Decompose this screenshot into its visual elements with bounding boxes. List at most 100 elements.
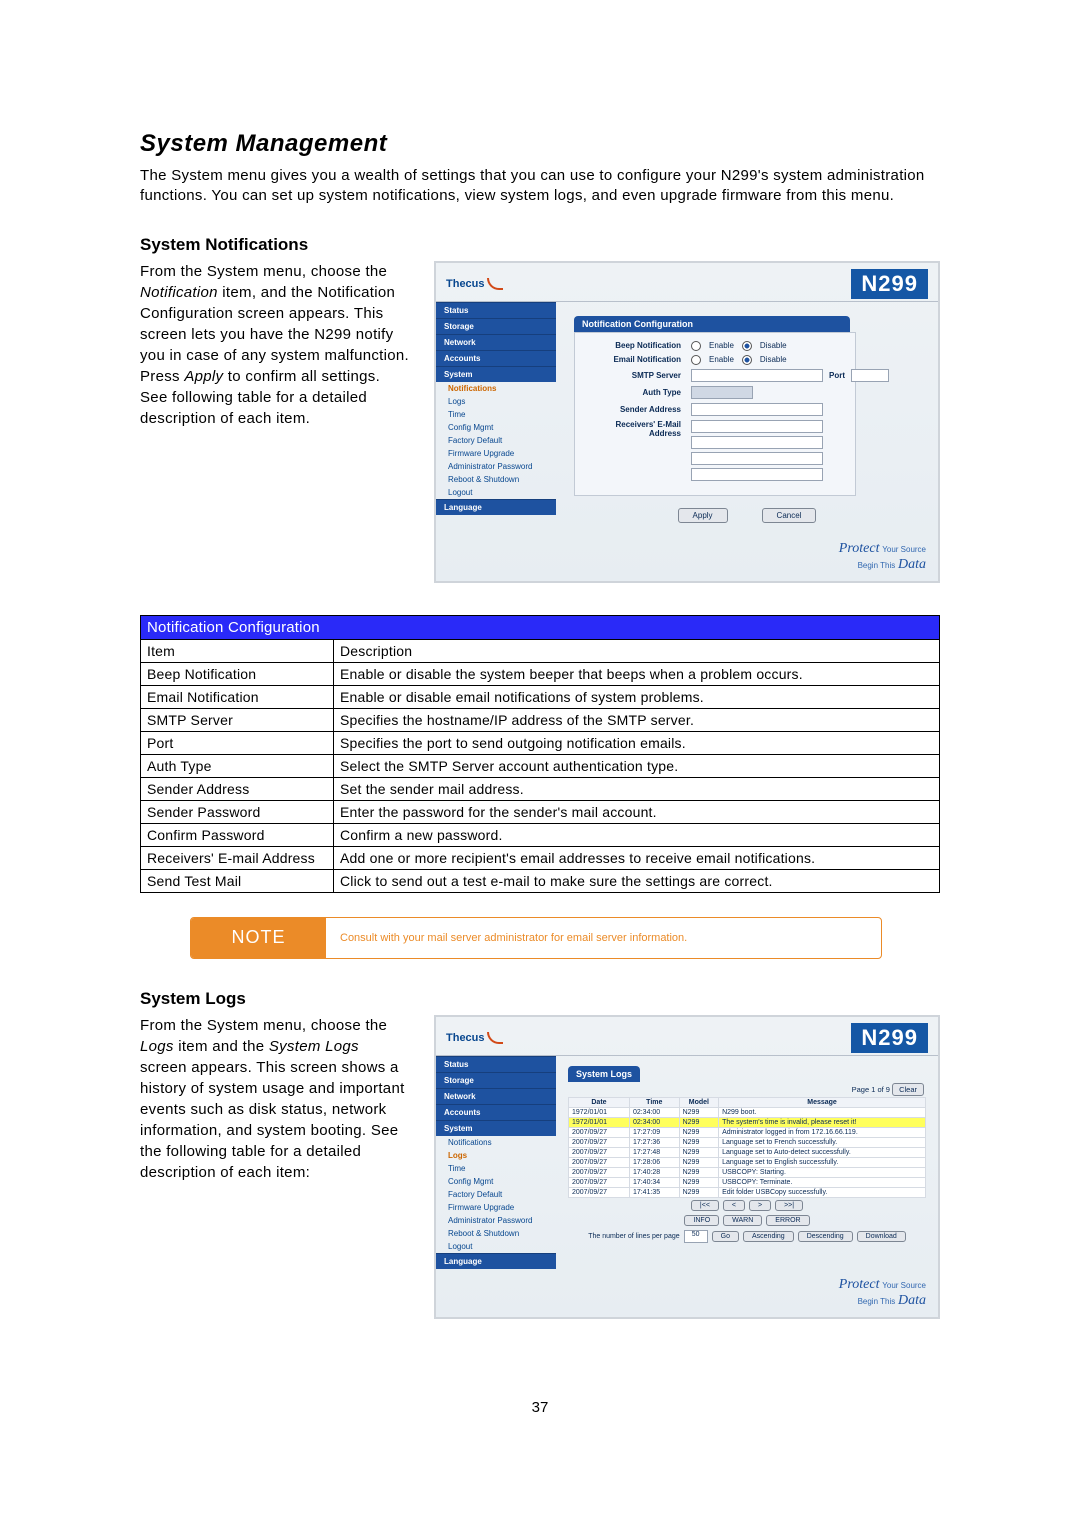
note-box: NOTE Consult with your mail server admin… xyxy=(190,917,882,959)
label-sender: Sender Address xyxy=(585,405,685,414)
radio-email-enable[interactable] xyxy=(691,355,701,365)
sidebar: Status Storage Network Accounts System N… xyxy=(436,302,556,533)
next-page-button[interactable]: > xyxy=(749,1200,771,1211)
log-row: 1972/01/0102:34:00N299N299 boot. xyxy=(569,1107,926,1117)
label-auth: Auth Type xyxy=(585,388,685,397)
log-row: 2007/09/2717:41:35N299Edit folder USBCop… xyxy=(569,1187,926,1197)
receiver-input-1[interactable] xyxy=(691,420,823,433)
sidebar-item-factory-default[interactable]: Factory Default xyxy=(436,434,556,447)
radio-beep-enable[interactable] xyxy=(691,341,701,351)
first-page-button[interactable]: |<< xyxy=(691,1200,719,1211)
label-receivers: Receivers' E-Mail Address xyxy=(585,420,685,438)
sidebar-item-notifications[interactable]: Notifications xyxy=(436,382,556,395)
download-button[interactable]: Download xyxy=(857,1231,906,1242)
section-heading-logs: System Logs xyxy=(140,989,940,1009)
sidebar-item-logout[interactable]: Logout xyxy=(436,1240,556,1253)
radio-beep-disable[interactable] xyxy=(742,341,752,351)
th-model: Model xyxy=(679,1097,718,1107)
sidebar-head-network[interactable]: Network xyxy=(436,1088,556,1104)
receiver-input-3[interactable] xyxy=(691,452,823,465)
table-title: Notification Configuration xyxy=(141,615,940,639)
sidebar-head-accounts[interactable]: Accounts xyxy=(436,350,556,366)
sidebar-item-factory-default[interactable]: Factory Default xyxy=(436,1188,556,1201)
table-row: Auth TypeSelect the SMTP Server account … xyxy=(141,754,940,777)
apply-button[interactable]: Apply xyxy=(678,508,728,523)
clear-button[interactable]: Clear xyxy=(892,1083,924,1096)
descending-button[interactable]: Descending xyxy=(798,1231,853,1242)
smtp-input[interactable] xyxy=(691,369,823,382)
label-port: Port xyxy=(829,371,845,380)
cancel-button[interactable]: Cancel xyxy=(762,508,817,523)
lines-per-page-input[interactable]: 50 xyxy=(684,1230,708,1243)
screenshot-system-logs: Thecus N299 Status Storage Network Accou… xyxy=(434,1015,940,1319)
sidebar-item-reboot-shutdown[interactable]: Reboot & Shutdown xyxy=(436,473,556,486)
receiver-input-4[interactable] xyxy=(691,468,823,481)
sidebar-head-system[interactable]: System xyxy=(436,366,556,382)
th-message: Message xyxy=(719,1097,926,1107)
sidebar-head-language[interactable]: Language xyxy=(436,1253,556,1269)
label-smtp: SMTP Server xyxy=(585,371,685,380)
lines-per-page-label: The number of lines per page xyxy=(588,1233,679,1240)
label-beep: Beep Notification xyxy=(585,341,685,350)
filter-info-button[interactable]: INFO xyxy=(684,1215,719,1226)
sidebar-item-time[interactable]: Time xyxy=(436,408,556,421)
sidebar-item-admin-password[interactable]: Administrator Password xyxy=(436,1214,556,1227)
table-row: Send Test MailClick to send out a test e… xyxy=(141,869,940,892)
sidebar-head-storage[interactable]: Storage xyxy=(436,318,556,334)
log-row: 2007/09/2717:27:36N299Language set to Fr… xyxy=(569,1137,926,1147)
log-row: 2007/09/2717:27:09N299Administrator logg… xyxy=(569,1127,926,1137)
screenshot-notification-config: Thecus N299 Status Storage Network Accou… xyxy=(434,261,940,583)
log-row: 2007/09/2717:28:06N299Language set to En… xyxy=(569,1157,926,1167)
sidebar-item-config-mgmt[interactable]: Config Mgmt xyxy=(436,421,556,434)
radio-email-disable[interactable] xyxy=(742,355,752,365)
sidebar-head-accounts[interactable]: Accounts xyxy=(436,1104,556,1120)
filter-warn-button[interactable]: WARN xyxy=(723,1215,762,1226)
page-title: System Management xyxy=(140,130,940,158)
page-number: 37 xyxy=(140,1399,940,1416)
sidebar-item-time[interactable]: Time xyxy=(436,1162,556,1175)
sidebar-head-status[interactable]: Status xyxy=(436,1056,556,1072)
sidebar-item-firmware-upgrade[interactable]: Firmware Upgrade xyxy=(436,1201,556,1214)
sidebar: Status Storage Network Accounts System N… xyxy=(436,1056,556,1269)
sidebar-head-network[interactable]: Network xyxy=(436,334,556,350)
log-row: 1972/01/0102:34:00N299The system's time … xyxy=(569,1117,926,1127)
brand-logo: Thecus xyxy=(446,1032,503,1044)
section-heading-notifications: System Notifications xyxy=(140,235,940,255)
sidebar-item-logs[interactable]: Logs xyxy=(436,395,556,408)
sender-input[interactable] xyxy=(691,403,823,416)
go-button[interactable]: Go xyxy=(712,1231,739,1242)
table-row: Email NotificationEnable or disable emai… xyxy=(141,685,940,708)
sidebar-item-reboot-shutdown[interactable]: Reboot & Shutdown xyxy=(436,1227,556,1240)
filter-error-button[interactable]: ERROR xyxy=(766,1215,809,1226)
log-row: 2007/09/2717:40:28N299USBCOPY: Starting. xyxy=(569,1167,926,1177)
intro-paragraph: The System menu gives you a wealth of se… xyxy=(140,166,940,207)
table-row: Sender PasswordEnter the password for th… xyxy=(141,800,940,823)
receiver-input-2[interactable] xyxy=(691,436,823,449)
sidebar-item-config-mgmt[interactable]: Config Mgmt xyxy=(436,1175,556,1188)
sidebar-head-status[interactable]: Status xyxy=(436,302,556,318)
last-page-button[interactable]: >>| xyxy=(775,1200,803,1211)
sidebar-item-logs[interactable]: Logs xyxy=(436,1149,556,1162)
port-input[interactable] xyxy=(851,369,889,382)
model-badge: N299 xyxy=(851,269,928,299)
auth-select[interactable] xyxy=(691,386,753,399)
sidebar-item-admin-password[interactable]: Administrator Password xyxy=(436,460,556,473)
sidebar-head-language[interactable]: Language xyxy=(436,499,556,515)
th-date: Date xyxy=(569,1097,630,1107)
logo-swoosh-icon xyxy=(487,1032,503,1044)
footer-slogan: Protect Your Source Begin This Data xyxy=(436,1269,938,1317)
sidebar-item-notifications[interactable]: Notifications xyxy=(436,1136,556,1149)
sidebar-head-system[interactable]: System xyxy=(436,1120,556,1136)
panel-title: Notification Configuration xyxy=(574,316,850,332)
sidebar-item-firmware-upgrade[interactable]: Firmware Upgrade xyxy=(436,447,556,460)
sidebar-head-storage[interactable]: Storage xyxy=(436,1072,556,1088)
ascending-button[interactable]: Ascending xyxy=(743,1231,794,1242)
note-text: Consult with your mail server administra… xyxy=(326,918,881,958)
prev-page-button[interactable]: < xyxy=(723,1200,745,1211)
logs-table: Date Time Model Message 1972/01/0102:34:… xyxy=(568,1097,926,1198)
table-row: Beep NotificationEnable or disable the s… xyxy=(141,662,940,685)
sidebar-item-logout[interactable]: Logout xyxy=(436,486,556,499)
label-email: Email Notification xyxy=(585,355,685,364)
log-row: 2007/09/2717:40:34N299USBCOPY: Terminate… xyxy=(569,1177,926,1187)
brand-logo: Thecus xyxy=(446,278,503,290)
